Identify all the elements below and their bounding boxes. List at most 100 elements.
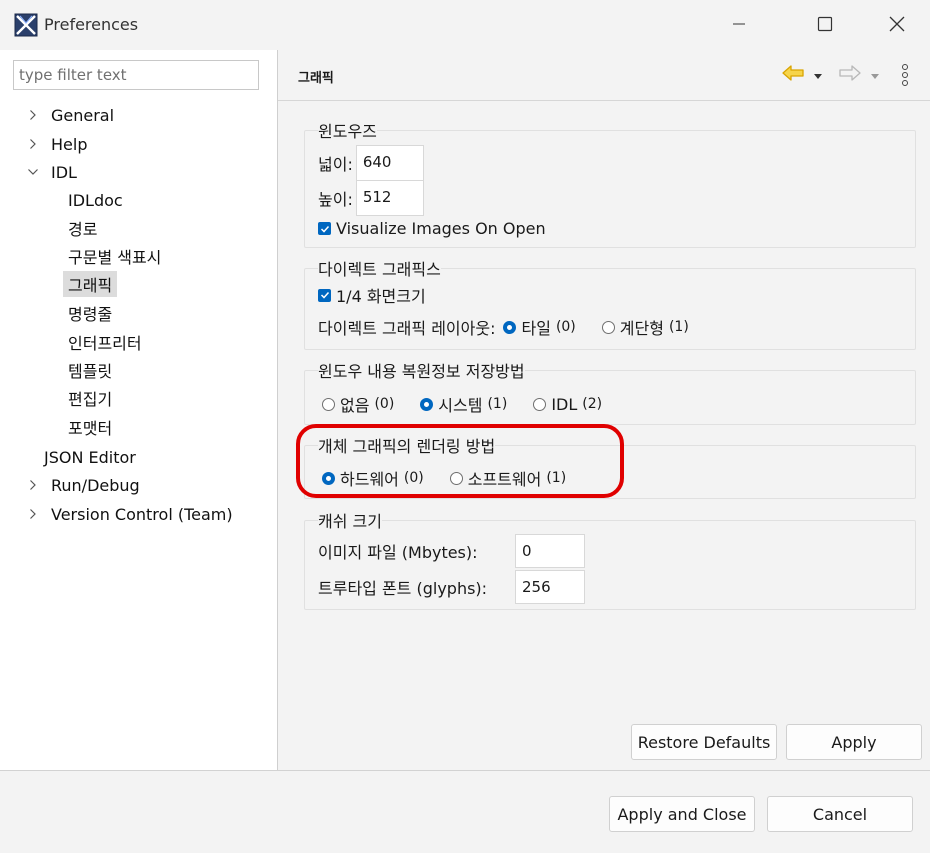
more-vertical-icon (901, 64, 909, 90)
tree-item-label: 인터프리터 (68, 334, 142, 353)
windows-group: 윈도우즈 넓이: 640 높이: 512 Visualize Images On… (304, 118, 916, 248)
tree-item-label: 구문별 색표시 (68, 248, 162, 267)
chevron-right-icon[interactable] (26, 508, 40, 520)
tree-item-label: General (51, 105, 115, 125)
tree-item-label: Help (51, 134, 88, 154)
layout-row: 다이렉트 그래픽 레이아웃: 타일 (0) 계단형 (1) (318, 315, 715, 339)
radio-idl[interactable]: IDL (2) (533, 395, 602, 414)
dialog-footer: Apply and Close Cancel (0, 770, 930, 853)
backing-store-group: 윈도우 내용 복원정보 저장방법 없음 (0) 시스템 (1) IDL (2) (304, 358, 916, 425)
dropdown-icon[interactable] (871, 66, 879, 84)
eclipse-app-icon (14, 13, 38, 37)
tree-item-label: 편집기 (68, 390, 113, 409)
tree-item-label: IDLdoc (68, 190, 123, 210)
height-field[interactable]: 512 (355, 180, 424, 216)
tree-item-help[interactable]: Help (26, 131, 87, 157)
group-title: 윈도우즈 (318, 118, 377, 142)
radio-tile[interactable]: 타일 (0) (503, 315, 576, 339)
radio-unselected-icon (533, 397, 547, 411)
radio-value: (1) (668, 319, 689, 335)
checkbox-label: Visualize Images On Open (336, 219, 546, 238)
tree-item-templates[interactable]: 템플릿 (68, 357, 112, 383)
filter-input[interactable] (13, 60, 259, 90)
title-bar: Preferences (0, 0, 930, 50)
backing-options-row: 없음 (0) 시스템 (1) IDL (2) (322, 392, 628, 416)
forward-nav-button[interactable] (838, 64, 879, 86)
chevron-right-icon[interactable] (26, 138, 40, 150)
close-icon (889, 16, 905, 36)
group-title: 캐쉬 크기 (318, 508, 382, 532)
tree-item-label: 경로 (68, 220, 98, 239)
radio-unselected-icon (322, 397, 335, 411)
chevron-right-icon[interactable] (26, 479, 40, 491)
height-label: 높이: (318, 190, 353, 209)
radio-selected-icon (503, 320, 517, 334)
group-title: 윈도우 내용 복원정보 저장방법 (318, 358, 525, 382)
chevron-right-icon[interactable] (26, 109, 40, 121)
tree-item-version-control[interactable]: Version Control (Team) (26, 501, 233, 527)
close-button[interactable] (872, 9, 922, 43)
image-cache-field[interactable]: 0 (515, 534, 585, 568)
tree-item-editor[interactable]: 편집기 (68, 385, 112, 411)
radio-label: 타일 (521, 319, 551, 338)
minimize-button[interactable] (714, 9, 764, 43)
arrow-left-icon (781, 64, 805, 86)
width-field[interactable]: 640 (355, 145, 424, 181)
tree-item-label: 명령줄 (68, 305, 113, 324)
tree-item-formatter[interactable]: 포맷터 (68, 414, 112, 440)
arrow-right-icon (838, 64, 862, 86)
chevron-down-icon[interactable] (26, 168, 40, 176)
maximize-button[interactable] (800, 9, 850, 43)
restore-defaults-button[interactable]: Restore Defaults (631, 724, 777, 760)
radio-value: (2) (582, 396, 603, 412)
radio-label: IDL (551, 394, 578, 414)
radio-value: (0) (555, 319, 576, 335)
group-title: 다이렉트 그래픽스 (318, 256, 441, 280)
radio-system[interactable]: 시스템 (1) (420, 392, 507, 416)
tree-item-idldoc[interactable]: IDLdoc (68, 187, 123, 213)
tree-item-command-line[interactable]: 명령줄 (68, 300, 112, 326)
checkmark-icon (318, 222, 331, 235)
quarter-screen-checkbox[interactable]: 1/4 화면크기 (318, 283, 426, 307)
tree-item-idl[interactable]: IDL (26, 159, 77, 185)
tree-item-path[interactable]: 경로 (68, 215, 97, 241)
radio-selected-icon (420, 397, 434, 411)
direct-graphics-group: 다이렉트 그래픽스 1/4 화면크기 다이렉트 그래픽 레이아웃: 타일 (0)… (304, 256, 916, 350)
checkbox-label: 1/4 화면크기 (336, 287, 426, 306)
radio-unselected-icon (601, 320, 615, 334)
tree-item-label: 템플릿 (68, 362, 113, 381)
font-cache-field[interactable]: 256 (515, 570, 585, 604)
dropdown-icon[interactable] (814, 66, 822, 84)
apply-and-close-button[interactable]: Apply and Close (609, 796, 755, 832)
view-menu-button[interactable] (901, 64, 909, 90)
radio-value: (1) (487, 396, 508, 412)
font-cache-row: 트루타입 폰트 (glyphs): 256 (318, 570, 585, 604)
tree-item-interpreter[interactable]: 인터프리터 (68, 329, 142, 355)
layout-label: 다이렉트 그래픽 레이아웃: (318, 319, 496, 338)
tree-item-label: Run/Debug (51, 475, 140, 495)
tree-item-syntax-coloring[interactable]: 구문별 색표시 (68, 243, 161, 269)
visualize-checkbox[interactable]: Visualize Images On Open (318, 219, 546, 238)
tree-item-graphics[interactable]: 그래픽 (63, 271, 118, 297)
radio-cascade[interactable]: 계단형 (1) (601, 315, 689, 339)
tree-item-json-editor[interactable]: JSON Editor (44, 444, 136, 470)
image-cache-row: 이미지 파일 (Mbytes): 0 (318, 534, 585, 568)
preference-page: 그래픽 윈도우즈 넓이: 640 높이: 512 Visualize Image… (278, 50, 930, 770)
cancel-button[interactable]: Cancel (767, 796, 913, 832)
font-cache-label: 트루타입 폰트 (glyphs): (318, 579, 488, 598)
height-row: 높이: 512 (318, 180, 424, 216)
apply-button[interactable]: Apply (786, 724, 922, 760)
back-nav-button[interactable] (781, 64, 822, 86)
page-header: 그래픽 (278, 50, 930, 101)
radio-value: (0) (374, 396, 395, 412)
width-label: 넓이: (318, 155, 353, 174)
tree-item-general[interactable]: General (26, 102, 114, 128)
tree-item-label: 그래픽 (68, 276, 113, 295)
tree-item-run-debug[interactable]: Run/Debug (26, 472, 140, 498)
tree-item-label: 포맷터 (68, 419, 113, 438)
window-title: Preferences (44, 15, 139, 34)
radio-none[interactable]: 없음 (0) (322, 392, 394, 416)
preferences-tree-panel: General Help IDL IDLdoc 경로 구문별 색표시 그래픽 명… (0, 50, 278, 770)
radio-label: 시스템 (438, 396, 483, 415)
minimize-icon (732, 17, 746, 35)
